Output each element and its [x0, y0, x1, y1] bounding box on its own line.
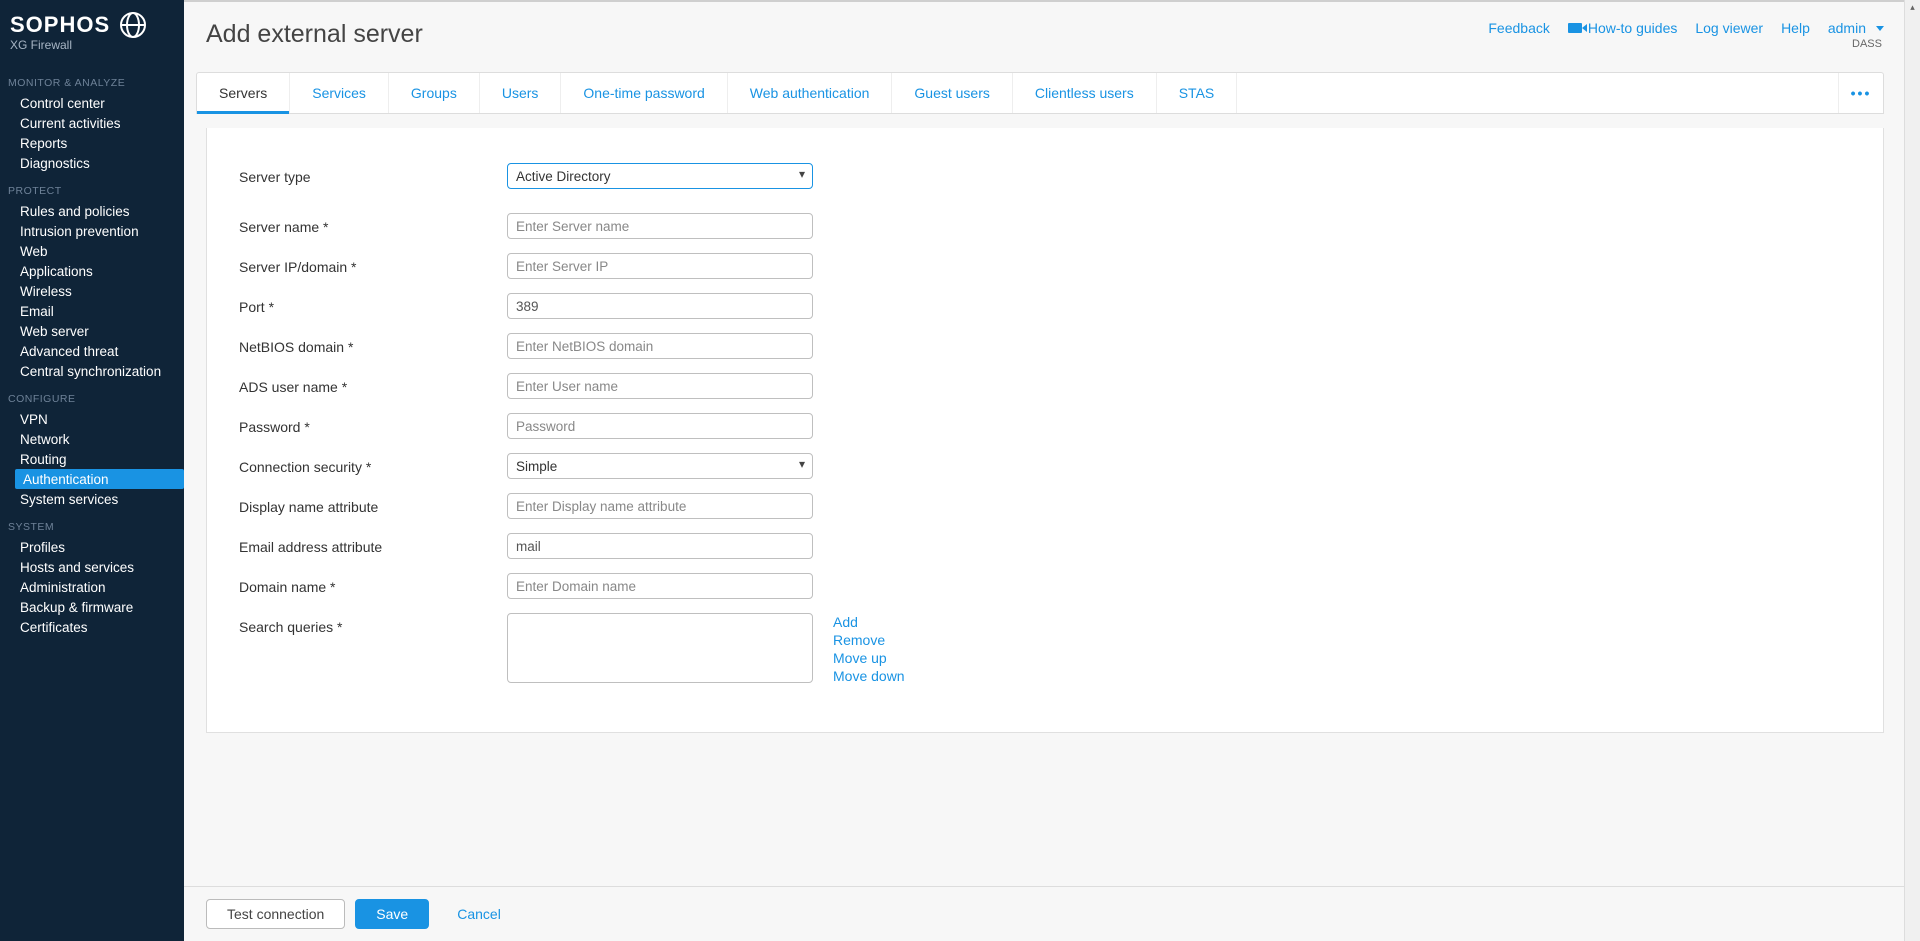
- log-viewer-link[interactable]: Log viewer: [1695, 20, 1763, 36]
- sidebar-item-web-server[interactable]: Web server: [8, 321, 184, 341]
- search-add-link[interactable]: Add: [833, 613, 905, 631]
- user-label: admin: [1828, 20, 1866, 36]
- search-queries-actions: Add Remove Move up Move down: [813, 613, 905, 685]
- user-menu[interactable]: admin: [1828, 20, 1884, 36]
- test-connection-button[interactable]: Test connection: [206, 899, 345, 929]
- sidebar-item-authentication[interactable]: Authentication: [15, 469, 184, 489]
- netbios-input[interactable]: [507, 333, 813, 359]
- password-input[interactable]: [507, 413, 813, 439]
- ads-user-input[interactable]: [507, 373, 813, 399]
- label-conn-sec: Connection security *: [239, 453, 507, 475]
- sidebar-item-wireless[interactable]: Wireless: [8, 281, 184, 301]
- more-icon: •••: [1851, 85, 1872, 101]
- connection-security-select[interactable]: Simple: [507, 453, 813, 479]
- sidebar-section-title: SYSTEM: [8, 517, 184, 537]
- tabs: ServersServicesGroupsUsersOne-time passw…: [196, 72, 1884, 114]
- sidebar-section-title: MONITOR & ANALYZE: [8, 73, 184, 93]
- sidebar-item-applications[interactable]: Applications: [8, 261, 184, 281]
- sidebar-item-system-services[interactable]: System services: [8, 489, 184, 509]
- tab-servers[interactable]: Servers: [197, 73, 290, 113]
- globe-icon: [118, 10, 148, 40]
- sidebar-item-reports[interactable]: Reports: [8, 133, 184, 153]
- search-movedown-link[interactable]: Move down: [833, 667, 905, 685]
- main-area: Add external server Feedback How-to guid…: [184, 0, 1904, 941]
- sidebar-item-certificates[interactable]: Certificates: [8, 617, 184, 637]
- sidebar-item-routing[interactable]: Routing: [8, 449, 184, 469]
- form-panel: Server type Active Directory Server name…: [206, 128, 1884, 733]
- sidebar-item-control-center[interactable]: Control center: [8, 93, 184, 113]
- sidebar-item-email[interactable]: Email: [8, 301, 184, 321]
- sidebar-item-administration[interactable]: Administration: [8, 577, 184, 597]
- brand-name: SOPHOS: [10, 12, 110, 38]
- label-display-name-attr: Display name attribute: [239, 493, 507, 515]
- label-domain-name: Domain name *: [239, 573, 507, 595]
- user-subtext: DASS: [1852, 38, 1882, 50]
- label-port: Port *: [239, 293, 507, 315]
- tab-one-time-password[interactable]: One-time password: [561, 73, 727, 113]
- sidebar-item-backup-firmware[interactable]: Backup & firmware: [8, 597, 184, 617]
- scroll-up-arrow[interactable]: ▴: [1905, 2, 1920, 13]
- sidebar-section-title: PROTECT: [8, 181, 184, 201]
- port-input[interactable]: [507, 293, 813, 319]
- page-header: Add external server Feedback How-to guid…: [184, 2, 1904, 72]
- email-attr-input[interactable]: [507, 533, 813, 559]
- label-server-ip: Server IP/domain *: [239, 253, 507, 275]
- sidebar-item-web[interactable]: Web: [8, 241, 184, 261]
- label-search-queries: Search queries *: [239, 613, 507, 635]
- tab-web-authentication[interactable]: Web authentication: [728, 73, 893, 113]
- tab-stas[interactable]: STAS: [1157, 73, 1238, 113]
- sidebar-item-rules-and-policies[interactable]: Rules and policies: [8, 201, 184, 221]
- tab-groups[interactable]: Groups: [389, 73, 480, 113]
- sidebar-item-current-activities[interactable]: Current activities: [8, 113, 184, 133]
- tab-services[interactable]: Services: [290, 73, 389, 113]
- display-name-attr-input[interactable]: [507, 493, 813, 519]
- sidebar-item-diagnostics[interactable]: Diagnostics: [8, 153, 184, 173]
- help-link[interactable]: Help: [1781, 20, 1810, 36]
- caret-down-icon: [1876, 26, 1884, 31]
- tab-guest-users[interactable]: Guest users: [892, 73, 1012, 113]
- bottom-bar: Test connection Save Cancel: [184, 886, 1904, 941]
- sidebar-section-title: CONFIGURE: [8, 389, 184, 409]
- tab-clientless-users[interactable]: Clientless users: [1013, 73, 1157, 113]
- sidebar-item-central-synchronization[interactable]: Central synchronization: [8, 361, 184, 381]
- label-server-name: Server name *: [239, 213, 507, 235]
- page-scrollbar[interactable]: ▴: [1904, 0, 1920, 941]
- cancel-button[interactable]: Cancel: [439, 899, 519, 929]
- feedback-link[interactable]: Feedback: [1488, 20, 1549, 36]
- sidebar-item-vpn[interactable]: VPN: [8, 409, 184, 429]
- sidebar-item-intrusion-prevention[interactable]: Intrusion prevention: [8, 221, 184, 241]
- videocam-icon: [1568, 23, 1582, 33]
- main-scroll[interactable]: Add external server Feedback How-to guid…: [184, 2, 1904, 886]
- server-ip-input[interactable]: [507, 253, 813, 279]
- search-remove-link[interactable]: Remove: [833, 631, 905, 649]
- search-queries-listbox[interactable]: [507, 613, 813, 683]
- label-server-type: Server type: [239, 163, 507, 185]
- sidebar-item-advanced-threat[interactable]: Advanced threat: [8, 341, 184, 361]
- sidebar: SOPHOS XG Firewall MONITOR & ANALYZECont…: [0, 0, 184, 941]
- header-links: Feedback How-to guides Log viewer Help a…: [1488, 20, 1884, 36]
- sidebar-item-network[interactable]: Network: [8, 429, 184, 449]
- sidebar-item-hosts-and-services[interactable]: Hosts and services: [8, 557, 184, 577]
- label-ads-user: ADS user name *: [239, 373, 507, 395]
- search-moveup-link[interactable]: Move up: [833, 649, 905, 667]
- brand-block: SOPHOS XG Firewall: [0, 10, 184, 67]
- server-name-input[interactable]: [507, 213, 813, 239]
- howto-guides-link[interactable]: How-to guides: [1568, 20, 1678, 36]
- tab-more[interactable]: •••: [1838, 73, 1883, 113]
- tab-users[interactable]: Users: [480, 73, 562, 113]
- server-type-select[interactable]: Active Directory: [507, 163, 813, 189]
- domain-name-input[interactable]: [507, 573, 813, 599]
- label-netbios: NetBIOS domain *: [239, 333, 507, 355]
- save-button[interactable]: Save: [355, 899, 429, 929]
- label-password: Password *: [239, 413, 507, 435]
- label-email-attr: Email address attribute: [239, 533, 507, 555]
- sidebar-item-profiles[interactable]: Profiles: [8, 537, 184, 557]
- howto-guides-label: How-to guides: [1588, 20, 1678, 36]
- page-title: Add external server: [206, 20, 423, 49]
- brand-product: XG Firewall: [10, 38, 174, 52]
